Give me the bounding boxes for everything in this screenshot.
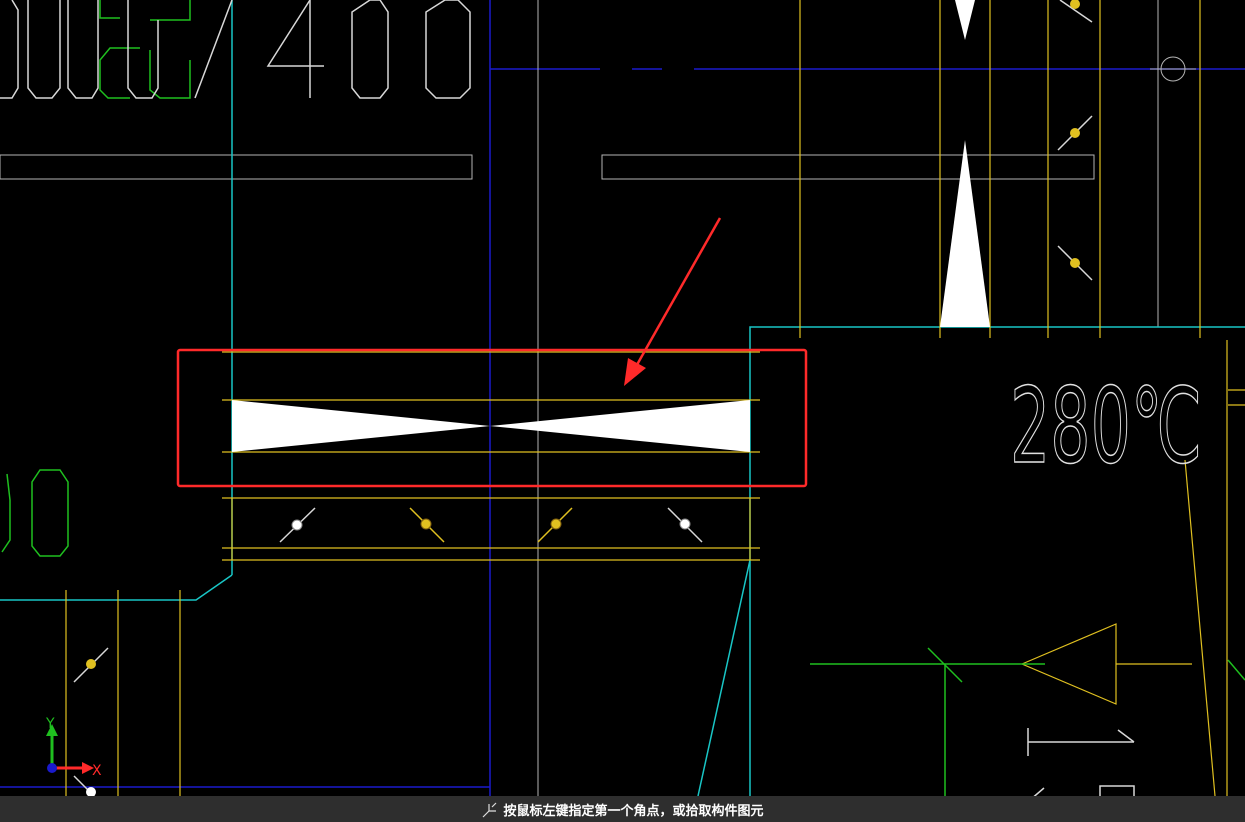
temperature-label: 280℃ bbox=[1010, 365, 1202, 487]
ucs-x-label: X bbox=[92, 763, 102, 779]
command-prompt: 按鼠标左键指定第一个角点，或拾取构件图元 bbox=[503, 803, 764, 819]
crosshair-icon bbox=[483, 802, 497, 818]
ucs-y-label: Y bbox=[45, 716, 55, 732]
cad-drawing-canvas[interactable]: 280℃ Y X bbox=[0, 0, 1245, 822]
status-bar: 按鼠标左键指定第一个角点，或拾取构件图元 bbox=[0, 796, 1245, 822]
